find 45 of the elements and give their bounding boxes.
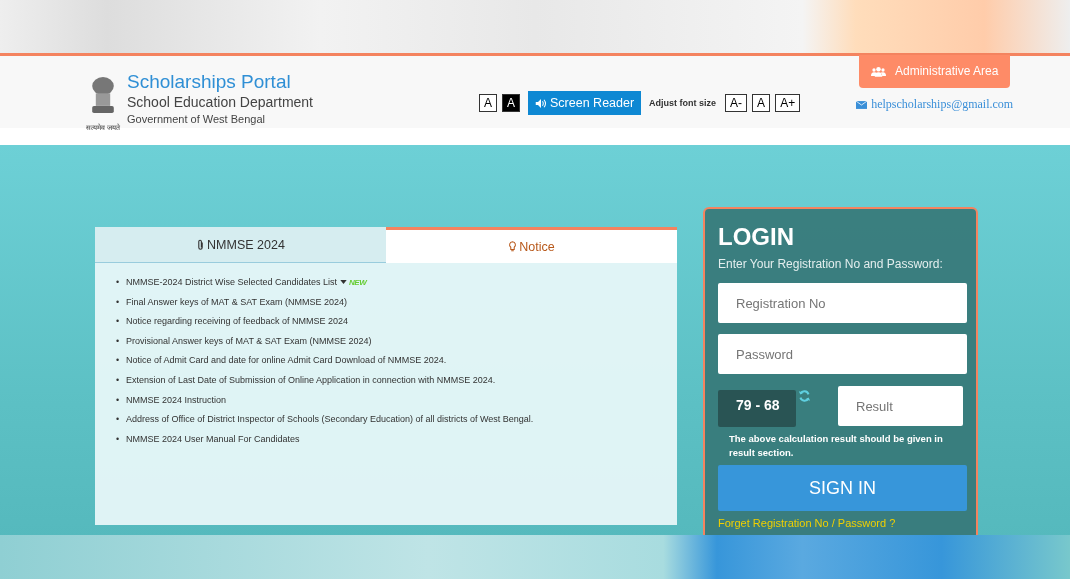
tab[interactable]: Notice — [386, 227, 677, 263]
notice-link[interactable]: Extension of Last Date of Submission of Online Application in connection with NMMSE 2024. — [126, 374, 496, 385]
notice-link[interactable]: Provisional Answer keys of MAT & SAT Exam (NMMSE 2024) — [126, 335, 372, 346]
bullet-mark: • — [116, 316, 121, 327]
caret-icon — [340, 279, 348, 284]
captcha-hint: The above calculation result should be given in result section. — [729, 432, 944, 460]
bullet-mark: • — [116, 414, 121, 425]
notice-link[interactable]: NMMSE 2024 User Manual For Candidates — [126, 433, 300, 444]
login-instruction: Enter Your Registration No and Password: — [718, 257, 944, 271]
notice-link[interactable]: Final Answer keys of MAT & SAT Exam (NMMSE 2024) — [126, 296, 347, 307]
bullet-mark: • — [116, 374, 121, 385]
screen-reader-button[interactable]: Screen Reader — [528, 91, 642, 115]
lightbulb-icon — [508, 240, 518, 253]
registration-field[interactable]: Registration No — [718, 283, 967, 323]
bullet-mark: • — [116, 394, 121, 405]
portal-title: Scholarships Portal — [127, 71, 292, 93]
paperclip-icon — [196, 238, 206, 251]
department-name: School Education Department — [127, 94, 313, 110]
notice-link[interactable]: Notice of Admit Card and date for online Admit Card Download of NMMSE 2024. — [126, 355, 447, 366]
envelope-icon — [856, 100, 868, 109]
font-size-button[interactable]: A- — [725, 94, 748, 112]
bullet-mark: • — [116, 433, 121, 444]
contrast-button[interactable]: A — [479, 94, 497, 112]
bullet-mark: • — [116, 296, 121, 307]
bullet-mark: • — [116, 335, 121, 346]
notice-link[interactable]: Address of Office of District Inspector of Schools (Secondary Education) of all districts of West Bengal. — [126, 414, 534, 425]
font-size-button[interactable]: A — [752, 94, 771, 112]
font-size-label: Adjust font size — [649, 98, 717, 108]
notice-link[interactable]: NMMSE-2024 District Wise Selected Candidates List — [126, 277, 338, 287]
refresh-icon[interactable] — [798, 389, 811, 403]
government-name: Government of West Bengal — [127, 113, 266, 125]
users-icon — [870, 65, 886, 77]
new-label: NEW — [349, 277, 367, 287]
result-field[interactable]: Result — [838, 386, 963, 426]
login-title: LOGIN — [718, 223, 795, 251]
captcha-display: 79 - 68 — [718, 390, 797, 427]
tab[interactable]: NMMSE 2024 — [95, 227, 386, 263]
font-size-button[interactable]: A+ — [775, 94, 801, 112]
contrast-button[interactable]: A — [502, 94, 521, 112]
bullet-mark: • — [116, 277, 121, 287]
notice-link[interactable]: Notice regarding receiving of feedback of NMMSE 2024 — [126, 316, 349, 327]
speaker-icon — [535, 97, 548, 109]
notice-link[interactable]: NMMSE 2024 Instruction — [126, 394, 227, 405]
password-field[interactable]: Password — [718, 334, 967, 374]
bullet-mark: • — [116, 355, 121, 366]
